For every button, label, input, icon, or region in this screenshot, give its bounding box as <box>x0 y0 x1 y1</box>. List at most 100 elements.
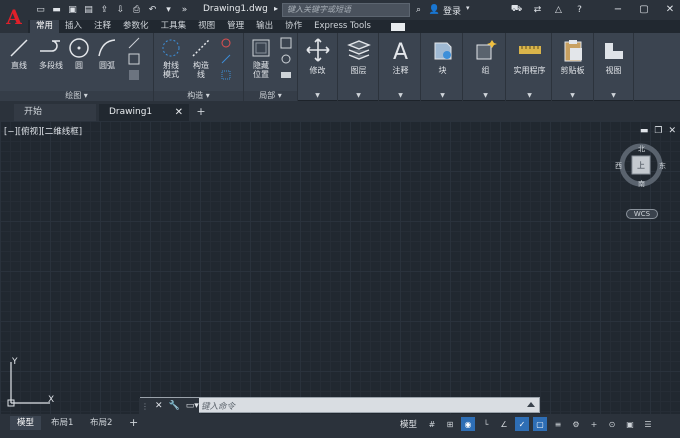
arc-button[interactable]: 圆弧 <box>96 37 118 70</box>
open-icon[interactable]: ▬ <box>50 3 63 16</box>
drawing-canvas[interactable]: [−][俯视][二维线框] ▬ ❐ ✕ 北 南 东 西 上 WCS Y X <box>0 121 680 414</box>
xline-button[interactable]: 构造 线 <box>190 37 212 79</box>
tab-home[interactable]: 常用 <box>30 20 60 33</box>
viewcube[interactable]: 北 南 东 西 上 <box>615 141 666 189</box>
search-icon[interactable]: ⌕ <box>412 3 425 16</box>
tab-toggle-icon[interactable] <box>390 23 405 31</box>
help-icon[interactable]: ? <box>573 3 586 16</box>
point-icon[interactable] <box>220 37 232 49</box>
wcs-menu[interactable]: WCS <box>626 209 658 219</box>
save-as-icon[interactable]: ▤ <box>82 3 95 16</box>
utilities-button[interactable]: 实用程序 ▼ <box>508 33 552 101</box>
clipboard-button[interactable]: 剪贴板 ▼ <box>552 33 594 101</box>
workspace-icon[interactable]: + <box>587 417 601 431</box>
annotation-button[interactable]: A 注释 ▼ <box>381 33 421 101</box>
ortho-icon[interactable]: └ <box>479 417 493 431</box>
layout-tab-model[interactable]: 模型 <box>10 416 42 430</box>
snap-icon[interactable]: ⊞ <box>443 417 457 431</box>
gradient-icon[interactable] <box>128 69 140 81</box>
osnap-icon[interactable]: ✓ <box>515 417 530 431</box>
annotation-scale-icon[interactable]: ⚙ <box>569 417 583 431</box>
customization-icon[interactable]: ☰ <box>641 417 655 431</box>
isolate-icon[interactable]: ⊙ <box>605 417 619 431</box>
circle-button[interactable]: 圆 <box>68 37 90 70</box>
view-button[interactable]: 视图 ▼ <box>594 33 634 101</box>
line-button[interactable]: 直线 <box>8 37 30 70</box>
tab-annotate[interactable]: 注释 <box>88 20 117 33</box>
cart-icon[interactable]: ⛟ <box>510 3 523 16</box>
tab-manage[interactable]: 管理 <box>221 20 250 33</box>
panel-local-footer[interactable]: 局部 ▾ <box>244 91 297 101</box>
close-icon[interactable]: ✕ <box>664 3 676 15</box>
tab-drawing1[interactable]: Drawing1 ✕ <box>99 104 189 121</box>
modify-button[interactable]: 修改 ▼ <box>298 33 338 101</box>
search-input[interactable]: 键入关键字或短语 <box>282 3 410 17</box>
layout-tab-2[interactable]: 布局2 <box>83 416 119 430</box>
fullscreen-icon[interactable]: ▣ <box>623 417 637 431</box>
tab-output[interactable]: 输出 <box>250 20 279 33</box>
minimize-icon[interactable]: ▬ <box>640 126 649 136</box>
otrack-icon[interactable]: ▢ <box>533 417 548 431</box>
polar-icon[interactable]: ∠ <box>497 417 511 431</box>
new-tab-icon[interactable]: + <box>194 105 208 119</box>
local-tool-3-icon[interactable] <box>280 69 292 81</box>
groups-button[interactable]: 组 ▼ <box>466 33 506 101</box>
close-icon[interactable]: ✕ <box>175 104 183 121</box>
local-tool-1-icon[interactable] <box>280 37 292 49</box>
print-icon[interactable]: ⎙ <box>130 3 143 16</box>
lineweight-icon[interactable]: ≡ <box>551 417 565 431</box>
close-icon[interactable]: ✕ <box>668 126 676 136</box>
measure-icon[interactable] <box>220 69 232 81</box>
login-dropdown-icon[interactable]: ▾ <box>466 4 470 12</box>
close-icon[interactable]: ✕ <box>155 401 163 411</box>
login-link[interactable]: 登录 <box>443 4 461 17</box>
rectangle-icon[interactable] <box>128 37 140 49</box>
viewcube-west[interactable]: 西 <box>615 161 622 171</box>
panel-draw-footer[interactable]: 绘图 ▾ <box>0 91 153 101</box>
restore-icon[interactable]: ❐ <box>654 126 662 136</box>
dynamic-input-icon[interactable]: ◉ <box>461 417 476 431</box>
model-space-label[interactable]: 模型 <box>400 418 417 430</box>
polyline-button[interactable]: 多段线 <box>38 37 64 70</box>
tab-toolsets[interactable]: 工具集 <box>155 20 193 33</box>
undo-dropdown-icon[interactable]: ▾ <box>162 3 175 16</box>
user-icon[interactable]: 👤 <box>428 3 441 16</box>
viewport-controls-label[interactable]: [−][俯视][二维线框] <box>4 125 82 137</box>
layers-button[interactable]: 图层 ▼ <box>339 33 379 101</box>
maximize-icon[interactable]: ▢ <box>638 3 650 15</box>
tab-express-tools[interactable]: Express Tools <box>308 20 377 33</box>
new-icon[interactable]: ▭ <box>34 3 47 16</box>
local-tool-2-icon[interactable] <box>280 53 292 65</box>
tab-view[interactable]: 视图 <box>192 20 221 33</box>
customize-icon[interactable]: 🔧 <box>169 401 180 411</box>
grip-icon[interactable]: ⋮ <box>141 402 149 411</box>
tab-start[interactable]: 开始 <box>14 104 96 121</box>
upload-icon[interactable]: ⇪ <box>98 3 111 16</box>
exchange-icon[interactable]: ⇄ <box>531 3 544 16</box>
minimize-icon[interactable]: − <box>612 3 624 15</box>
tab-insert[interactable]: 插入 <box>59 20 88 33</box>
tab-parametric[interactable]: 参数化 <box>117 20 155 33</box>
hatch-icon[interactable] <box>128 53 140 65</box>
divide-icon[interactable] <box>220 53 232 65</box>
a360-icon[interactable]: △ <box>552 3 565 16</box>
viewcube-east[interactable]: 东 <box>659 161 666 171</box>
more-icon[interactable]: » <box>178 3 191 16</box>
recent-commands-icon[interactable]: ▭▾ <box>186 401 199 411</box>
download-icon[interactable]: ⇩ <box>114 3 127 16</box>
viewcube-south[interactable]: 南 <box>638 179 645 189</box>
command-history-icon[interactable] <box>527 402 535 407</box>
hide-position-button[interactable]: 隐藏 位置 <box>250 37 272 79</box>
viewcube-top[interactable]: 上 <box>637 160 645 171</box>
viewcube-north[interactable]: 北 <box>638 144 645 154</box>
ray-button[interactable]: 射线 模式 <box>160 37 182 79</box>
block-button[interactable]: 块 ▼ <box>423 33 463 101</box>
command-input[interactable]: 键入命令 <box>201 400 235 412</box>
grid-icon[interactable]: # <box>425 417 439 431</box>
undo-icon[interactable]: ↶ <box>146 3 159 16</box>
save-icon[interactable]: ▣ <box>66 3 79 16</box>
add-layout-icon[interactable]: + <box>122 416 145 430</box>
layout-tab-1[interactable]: 布局1 <box>44 416 80 430</box>
tab-collaborate[interactable]: 协作 <box>279 20 308 33</box>
autocad-logo[interactable]: A <box>0 0 28 33</box>
